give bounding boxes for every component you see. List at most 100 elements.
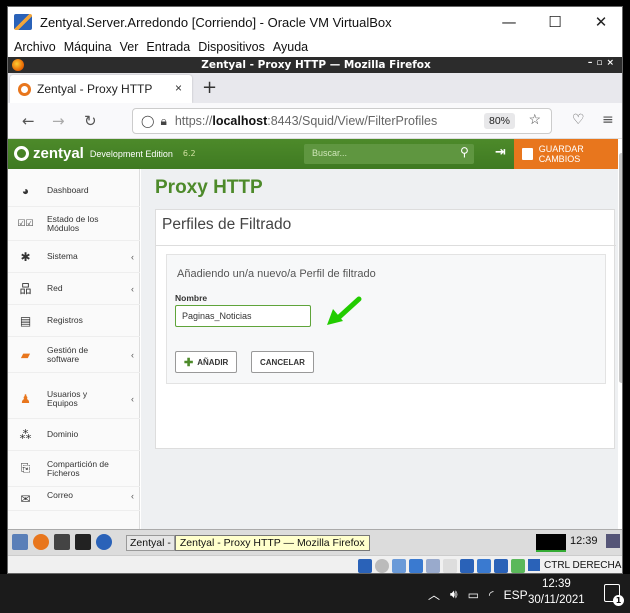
tab-proxy-http[interactable]: Zentyal - Proxy HTTP × xyxy=(10,75,192,103)
show-desktop-icon[interactable] xyxy=(606,534,620,548)
guest-screen: Zentyal - Proxy HTTP — Mozilla Firefox –… xyxy=(8,57,622,573)
recording-icon[interactable] xyxy=(477,559,491,573)
sidebar-item-label: Usuarios y Equipos xyxy=(47,388,88,408)
shared-folders-icon[interactable] xyxy=(443,559,457,573)
navigation-bar: ← → ↻ ◯ 🔒︎ https://localhost:8443/Squid/… xyxy=(8,103,622,139)
menu-ayuda[interactable]: Ayuda xyxy=(273,40,308,54)
save-changes-button[interactable]: GUARDAR CAMBIOS xyxy=(514,139,618,169)
url-bar[interactable]: ◯ 🔒︎ https://localhost:8443/Squid/View/F… xyxy=(132,108,552,134)
page-title: Proxy HTTP xyxy=(155,177,263,198)
host-key-icon xyxy=(528,559,540,571)
sidebar-item-red[interactable]: 品 Red ‹ xyxy=(8,273,140,305)
firefox-launcher-icon[interactable] xyxy=(33,534,49,550)
tab-close-icon[interactable]: × xyxy=(175,81,182,95)
search-input[interactable]: Buscar... xyxy=(304,144,474,164)
forward-icon[interactable]: → xyxy=(52,112,65,130)
network-icon: 品 xyxy=(19,282,32,296)
chevron-left-icon: ‹ xyxy=(131,283,134,294)
menu-ver[interactable]: Ver xyxy=(120,40,139,54)
sidebar-item-label: Sistema xyxy=(47,251,78,261)
minimize-button[interactable]: — xyxy=(486,7,532,37)
host-key: CTRL DERECHA xyxy=(528,559,621,571)
display-icon[interactable] xyxy=(460,559,474,573)
browser-icon[interactable] xyxy=(96,534,112,550)
harddisk-icon[interactable] xyxy=(358,559,372,573)
divider xyxy=(156,245,616,246)
desktop-icon[interactable] xyxy=(12,534,28,550)
pocket-icon[interactable]: ♡ xyxy=(572,112,585,128)
form-title: Añadiendo un/a nuevo/a Perfil de filtrad… xyxy=(177,268,376,280)
reload-icon[interactable]: ↻ xyxy=(84,112,97,130)
guest-launchers xyxy=(12,534,112,550)
sidebar-item-usuarios[interactable]: ♟ Usuarios y Equipos ‹ xyxy=(8,379,140,419)
wifi-icon[interactable]: ◜ xyxy=(489,588,494,602)
firefox-window-controls[interactable]: –▫× xyxy=(588,58,618,68)
firefox-window-title: Zentyal - Proxy HTTP — Mozilla Firefox xyxy=(201,59,431,71)
lock-icon[interactable]: 🔒︎ xyxy=(160,114,166,129)
bookmark-star-icon[interactable]: ☆ xyxy=(528,111,541,128)
sidebar-item-label: Registros xyxy=(47,315,83,325)
volume-icon[interactable]: 🔊︎ xyxy=(450,587,458,602)
menu-entrada[interactable]: Entrada xyxy=(146,40,190,54)
mail-icon: ✉ xyxy=(20,491,31,506)
maximize-button[interactable]: ☐ xyxy=(532,7,578,37)
sidebar-item-label: Red xyxy=(47,283,63,293)
save-changes-label: GUARDAR CAMBIOS xyxy=(538,144,584,164)
notification-badge: 1 xyxy=(613,595,624,606)
cancel-button[interactable]: CANCELAR xyxy=(251,351,314,373)
menu-hamburger-icon[interactable]: ≡ xyxy=(602,112,614,128)
zentyal-logo[interactable]: zentyal Development Edition 6.2 xyxy=(14,145,196,162)
cancel-button-label: CANCELAR xyxy=(260,357,305,367)
edition-label: Development Edition xyxy=(89,148,173,159)
logout-icon[interactable]: ⇥ xyxy=(495,145,506,160)
page-scrollbar[interactable] xyxy=(619,153,622,383)
logs-icon: ▤ xyxy=(19,313,32,328)
zentyal-logo-icon xyxy=(14,146,29,161)
sidebar-item-correo[interactable]: ✉ Correo ‹ xyxy=(8,491,140,511)
search-icon[interactable]: ⚲ xyxy=(460,145,469,159)
sidebar-item-registros[interactable]: ▤ Registros xyxy=(8,305,140,337)
new-tab-button[interactable]: + xyxy=(202,77,217,98)
optical-drive-icon[interactable] xyxy=(375,559,389,573)
sidebar-item-ficheros[interactable]: ⎘ Compartición de Ficheros xyxy=(8,451,140,487)
menu-maquina[interactable]: Máquina xyxy=(64,40,112,54)
monitor-icon[interactable] xyxy=(54,534,70,550)
system-clock[interactable]: 12:39 30/11/2021 xyxy=(528,576,585,608)
network-adapter-icon[interactable] xyxy=(409,559,423,573)
add-profile-form: Añadiendo un/a nuevo/a Perfil de filtrad… xyxy=(166,254,606,384)
main-content: Proxy HTTP Perfiles de Filtrado Añadiend… xyxy=(141,169,618,573)
firefox-titlebar[interactable]: Zentyal - Proxy HTTP — Mozilla Firefox –… xyxy=(8,57,622,73)
notification-icon[interactable]: 1 xyxy=(604,584,624,606)
vbox-status-icons xyxy=(358,559,525,573)
sidebar-item-sistema[interactable]: ✱ Sistema ‹ xyxy=(8,241,140,273)
url-text: https://localhost:8443/Squid/View/Filter… xyxy=(174,114,438,128)
sidebar-item-software[interactable]: ▰ Gestión de software ‹ xyxy=(8,337,140,373)
battery-icon[interactable]: ▭ xyxy=(468,588,479,602)
virtualbox-window: Zentyal.Server.Arredondo [Corriendo] - O… xyxy=(7,6,623,574)
usb-icon[interactable] xyxy=(426,559,440,573)
cpu-icon[interactable] xyxy=(494,559,508,573)
virtualbox-icon xyxy=(14,14,32,30)
name-field[interactable]: Paginas_Noticias xyxy=(175,305,311,327)
sidebar-item-label: Correo xyxy=(47,490,73,500)
sidebar-item-dominio[interactable]: ⁂ Dominio xyxy=(8,419,140,451)
sidebar-item-label: Estado de los Módulos xyxy=(47,213,99,233)
add-button[interactable]: ✚ AÑADIR xyxy=(175,351,238,373)
zoom-level[interactable]: 80% xyxy=(483,113,515,129)
terminal-icon[interactable] xyxy=(75,534,91,550)
back-icon[interactable]: ← xyxy=(22,112,35,130)
tab-title: Zentyal - Proxy HTTP xyxy=(37,82,153,96)
show-hidden-icons-icon[interactable]: ︿ xyxy=(428,586,440,603)
mouse-integration-icon[interactable] xyxy=(511,559,525,573)
language-indicator[interactable]: ESP xyxy=(504,588,528,602)
audio-icon[interactable] xyxy=(392,559,406,573)
menu-dispositivos[interactable]: Dispositivos xyxy=(198,40,265,54)
sidebar-item-modules[interactable]: ☑☑ Estado de los Módulos xyxy=(8,207,140,241)
shield-icon[interactable]: ◯ xyxy=(141,114,154,128)
menu-archivo[interactable]: Archivo xyxy=(14,40,56,54)
sidebar-item-dashboard[interactable]: ◕ Dashboard xyxy=(8,175,140,207)
desktop: Zentyal.Server.Arredondo [Corriendo] - O… xyxy=(0,0,630,613)
vbox-titlebar[interactable]: Zentyal.Server.Arredondo [Corriendo] - O… xyxy=(8,7,622,37)
taskbar-firefox-task[interactable]: Zentyal - Zentyal - Proxy HTTP — Mozilla… xyxy=(126,533,370,552)
close-button[interactable]: ✕ xyxy=(578,7,622,37)
